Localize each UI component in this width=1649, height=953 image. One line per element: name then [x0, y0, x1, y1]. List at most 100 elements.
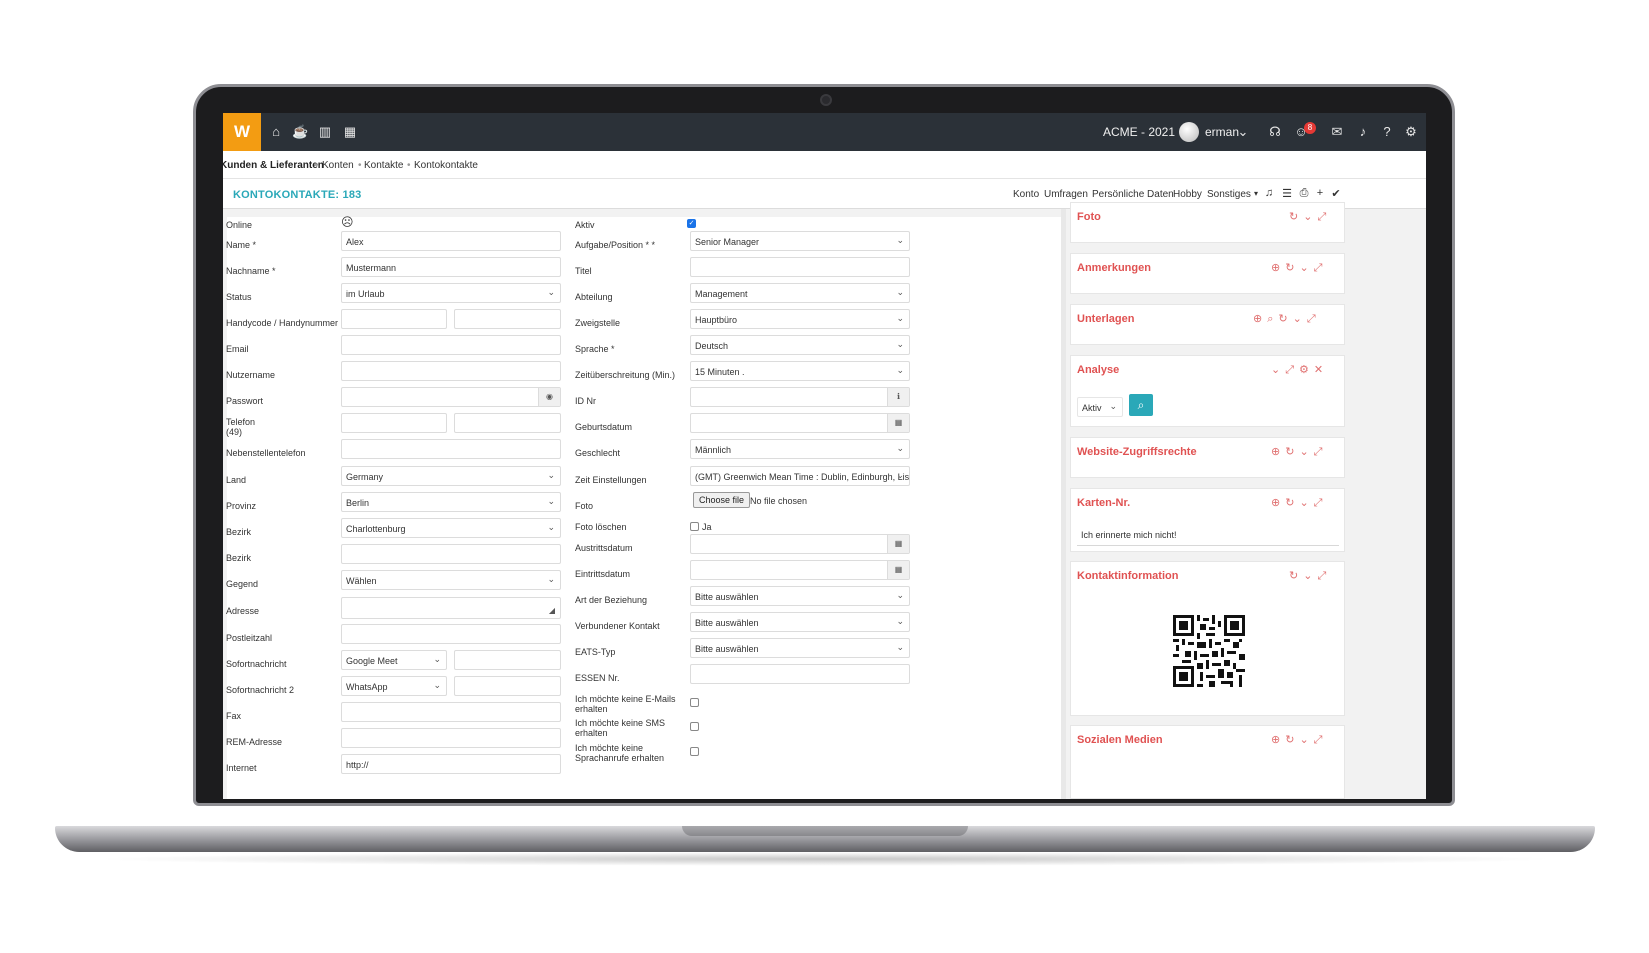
gegend-select[interactable]: Wählen ⌄ — [341, 570, 561, 590]
beziehung-select[interactable]: Bitte auswählen ⌄ — [690, 586, 910, 606]
add-icon[interactable]: ⊕ — [1271, 734, 1285, 746]
chevron-down-icon[interactable]: ⌄ — [1293, 313, 1307, 325]
geschlecht-select[interactable]: Männlich ⌄ — [690, 439, 910, 459]
tab-persoenliche-daten[interactable]: Persönliche Daten — [1092, 189, 1174, 200]
eintritt-field[interactable]: ▦ — [690, 560, 910, 580]
refresh-icon[interactable]: ↻ — [1285, 734, 1299, 746]
chevron-down-icon[interactable]: ⌄ — [1299, 497, 1313, 509]
zeiteinst-select[interactable]: (GMT) Greenwich Mean Time : Dublin, Edin… — [690, 466, 910, 486]
chevron-down-icon[interactable]: ⌄ — [1299, 446, 1313, 458]
foto-loeschen-checkbox[interactable] — [690, 522, 699, 531]
bell-icon[interactable]: ♪ — [1355, 124, 1371, 140]
eats-select[interactable]: Bitte auswählen ⌄ — [690, 638, 910, 658]
chevron-down-icon[interactable]: ⌄ — [1235, 124, 1251, 140]
refresh-icon[interactable]: ↻ — [1278, 313, 1292, 325]
telefon-field-2[interactable] — [454, 413, 561, 433]
zweigstelle-select[interactable]: Hauptbüro ⌄ — [690, 309, 910, 329]
expand-icon[interactable]: ⤢ — [1317, 211, 1331, 223]
provinz-select[interactable]: Berlin ⌄ — [341, 492, 561, 512]
no-email-checkbox[interactable] — [690, 698, 699, 707]
calendar-icon[interactable]: ▦ — [887, 561, 909, 579]
no-call-checkbox[interactable] — [690, 747, 699, 756]
email-field[interactable] — [341, 335, 561, 355]
avatar[interactable] — [1179, 122, 1199, 142]
add-icon[interactable]: ⊕ — [1271, 262, 1285, 274]
chevron-down-icon[interactable]: ▾ — [1250, 189, 1262, 198]
breadcrumb-item[interactable]: Kontokontakte — [414, 160, 478, 171]
handycode-field[interactable] — [341, 309, 447, 329]
breadcrumb-item[interactable]: Kunden & Lieferanten — [223, 160, 324, 171]
tab-hobby[interactable]: Hobby — [1173, 189, 1202, 200]
bezirk-select[interactable]: Charlottenburg ⌄ — [341, 518, 561, 538]
choose-file-button[interactable]: Choose file — [693, 492, 751, 508]
chevron-down-icon[interactable]: ⌄ — [1271, 364, 1285, 376]
resize-handle-icon[interactable]: ◢ — [549, 606, 555, 615]
expand-icon[interactable]: ⤢ — [1285, 364, 1299, 376]
chevron-down-icon[interactable]: ⌄ — [1303, 570, 1317, 582]
calendar-icon[interactable]: ▦ — [887, 414, 909, 432]
chevron-down-icon[interactable]: ⌄ — [1299, 262, 1313, 274]
search-icon[interactable]: ⌕ — [1267, 313, 1278, 325]
adresse-textarea[interactable]: ◢ — [341, 597, 561, 619]
company-switcher[interactable]: ACME - 2021 — [1103, 125, 1175, 139]
passwort-field[interactable]: ◉ — [341, 387, 561, 407]
app-logo[interactable]: W — [223, 113, 261, 151]
expand-icon[interactable]: ⤢ — [1314, 497, 1328, 509]
internet-field[interactable]: http:// — [341, 754, 561, 774]
name-field[interactable]: Alex — [341, 231, 561, 251]
add-icon[interactable]: ⊕ — [1271, 497, 1285, 509]
breadcrumb-item[interactable]: Kontakte — [364, 160, 403, 171]
fax-field[interactable] — [341, 702, 561, 722]
refresh-icon[interactable]: ↻ — [1289, 570, 1303, 582]
no-sms-checkbox[interactable] — [690, 722, 699, 731]
sofort2-select[interactable]: WhatsApp ⌄ — [341, 676, 447, 696]
verbunden-select[interactable]: Bitte auswählen ⌄ — [690, 612, 910, 632]
nutzername-field[interactable] — [341, 361, 561, 381]
land-select[interactable]: Germany ⌄ — [341, 466, 561, 486]
bell-icon[interactable]: ♫ — [1263, 187, 1275, 199]
search-button[interactable]: ⌕ — [1129, 394, 1153, 416]
bezirk-field[interactable] — [341, 544, 561, 564]
zeit-select[interactable]: 15 Minuten . ⌄ — [690, 361, 910, 381]
scrollbar[interactable] — [1061, 209, 1066, 799]
user-menu[interactable]: erman — [1205, 125, 1239, 139]
sofort-field[interactable] — [454, 650, 561, 670]
headset-icon[interactable]: ☊ — [1267, 124, 1283, 140]
add-icon[interactable]: ⊕ — [1271, 446, 1285, 458]
expand-icon[interactable]: ⤢ — [1317, 570, 1331, 582]
calendar-icon[interactable]: ▦ — [887, 535, 909, 553]
idnr-field[interactable]: ℹ — [690, 387, 910, 407]
gear-icon[interactable]: ⚙ — [1403, 124, 1419, 140]
refresh-icon[interactable]: ↻ — [1289, 211, 1303, 223]
list-icon[interactable]: ☰ — [1281, 187, 1293, 200]
handynummer-field[interactable] — [454, 309, 561, 329]
refresh-icon[interactable]: ↻ — [1285, 497, 1299, 509]
refresh-icon[interactable]: ↻ — [1285, 446, 1299, 458]
telefon-field[interactable] — [341, 413, 447, 433]
close-icon[interactable]: ✕ — [1314, 364, 1328, 376]
expand-icon[interactable]: ⤢ — [1314, 262, 1328, 274]
expand-icon[interactable]: ⤢ — [1314, 734, 1328, 746]
tab-konto[interactable]: Konto — [1013, 189, 1039, 200]
plz-field[interactable] — [341, 624, 561, 644]
check-icon[interactable]: ✔ — [1330, 187, 1342, 200]
chevron-down-icon[interactable]: ⌄ — [1303, 211, 1317, 223]
chevron-down-icon[interactable]: ⌄ — [1299, 734, 1313, 746]
add-icon[interactable]: ⊕ — [1253, 313, 1267, 325]
nachname-field[interactable]: Mustermann — [341, 257, 561, 277]
help-icon[interactable]: ? — [1379, 124, 1395, 140]
nebenstelle-field[interactable] — [341, 439, 561, 459]
status-select[interactable]: im Urlaub ⌄ — [341, 283, 561, 303]
expand-icon[interactable]: ⤢ — [1314, 446, 1328, 458]
breadcrumb-item[interactable]: Konten — [322, 160, 354, 171]
aktiv-checkbox[interactable]: ✓ — [687, 219, 696, 228]
essen-field[interactable] — [690, 664, 910, 684]
sofort-select[interactable]: Google Meet ⌄ — [341, 650, 447, 670]
chart-icon[interactable]: ▥ — [317, 124, 333, 140]
geburt-field[interactable]: ▦ — [690, 413, 910, 433]
chat-icon[interactable]: ✉ — [1329, 124, 1345, 140]
expand-icon[interactable]: ⤢ — [1307, 313, 1321, 325]
sprache-select[interactable]: Deutsch ⌄ — [690, 335, 910, 355]
add-icon[interactable]: + — [1314, 187, 1326, 199]
sofort2-field[interactable] — [454, 676, 561, 696]
